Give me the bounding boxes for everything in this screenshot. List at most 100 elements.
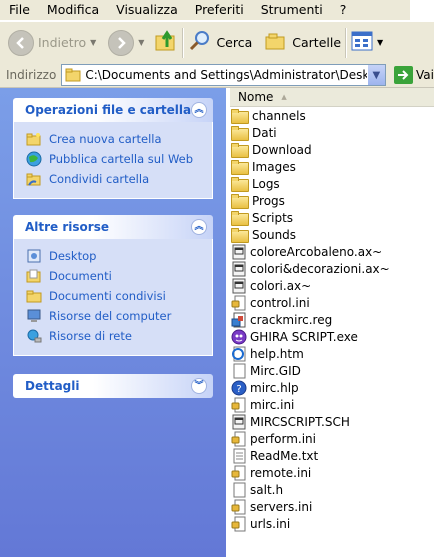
file-row[interactable]: ReadMe.txt — [230, 447, 434, 464]
file-row[interactable]: ? mirc.hlp — [230, 379, 434, 396]
desktop-icon — [26, 248, 42, 264]
system-file-icon — [231, 244, 250, 260]
task-share-folder[interactable]: Condividi cartella — [14, 169, 212, 189]
task-pane: Operazioni file e cartella ︽ Crea nuova … — [0, 88, 226, 557]
file-folder-tasks-body: Crea nuova cartella Pubblica cartella su… — [13, 122, 213, 199]
file-row[interactable]: control.ini — [230, 294, 434, 311]
menu-help[interactable]: ? — [330, 0, 354, 20]
globe-icon — [26, 151, 42, 167]
up-folder-button[interactable] — [154, 26, 178, 60]
file-name: mirc.ini — [250, 397, 295, 412]
menu-visualizza[interactable]: Visualizza — [106, 0, 185, 20]
windows-logo-area — [410, 0, 434, 20]
toolbar: Indietro ▼ ▼ Cerca Cartelle ▼ — [0, 21, 434, 64]
file-name: GHIRA SCRIPT.exe — [250, 329, 358, 344]
views-button[interactable]: ▼ — [351, 26, 383, 60]
file-list-pane: Nome ▲ channels Dati Download Images Logs Pro… — [226, 88, 434, 557]
folder-icon — [231, 125, 252, 141]
back-dropdown-icon[interactable]: ▼ — [90, 38, 96, 47]
place-shared-documents[interactable]: Documenti condivisi — [14, 286, 212, 306]
file-row[interactable]: MIRCSCRIPT.SCH — [230, 413, 434, 430]
file-row[interactable]: colori.ax~ — [230, 277, 434, 294]
address-bar: Indirizzo C:\Documents and Settings\Admi… — [0, 63, 434, 88]
file-row[interactable]: remote.ini — [230, 464, 434, 481]
toolbar-separator — [345, 27, 348, 58]
file-row[interactable]: Sounds — [230, 226, 434, 243]
file-name: Mirc.GID — [250, 363, 301, 378]
place-network[interactable]: Risorse di rete — [14, 326, 212, 346]
other-places-header[interactable]: Altre risorse ︽ — [13, 215, 213, 239]
folder-icon — [231, 176, 252, 192]
expand-chevron-icon[interactable]: ︾ — [191, 378, 207, 394]
document-icon — [231, 363, 250, 379]
computer-icon — [26, 308, 42, 324]
file-row[interactable]: coloreArcobaleno.ax~ — [230, 243, 434, 260]
go-button[interactable] — [393, 66, 414, 84]
file-row[interactable]: Logs — [230, 175, 434, 192]
file-row[interactable]: Mirc.GID — [230, 362, 434, 379]
file-name: colori&decorazioni.ax~ — [250, 261, 390, 276]
forward-button[interactable]: ▼ — [108, 26, 144, 60]
task-new-folder[interactable]: Crea nuova cartella — [14, 129, 212, 149]
file-row[interactable]: Progs — [230, 192, 434, 209]
address-input[interactable]: C:\Documents and Settings\Administrator\… — [85, 68, 377, 82]
menu-strumenti[interactable]: Strumenti — [251, 0, 330, 20]
forward-dropdown-icon[interactable]: ▼ — [138, 38, 144, 47]
document-icon — [231, 482, 250, 498]
address-label: Indirizzo — [6, 68, 57, 82]
views-dropdown-icon[interactable]: ▼ — [377, 38, 383, 47]
file-name: Images — [252, 159, 296, 174]
file-row[interactable]: crackmirc.reg — [230, 311, 434, 328]
views-icon — [351, 30, 373, 55]
forward-arrow-icon — [108, 29, 135, 56]
address-field[interactable]: C:\Documents and Settings\Administrator\… — [61, 64, 386, 86]
other-places-body: Desktop Documenti Documenti condivisi Ri… — [13, 239, 213, 356]
place-documents[interactable]: Documenti — [14, 266, 212, 286]
back-button[interactable]: Indietro ▼ — [8, 26, 96, 60]
file-row[interactable]: help.htm — [230, 345, 434, 362]
folders-icon — [264, 29, 288, 56]
search-button[interactable]: Cerca — [188, 26, 252, 60]
place-network-label: Risorse di rete — [49, 329, 132, 343]
folder-icon — [231, 193, 252, 209]
file-name: colori.ax~ — [250, 278, 312, 293]
place-desktop[interactable]: Desktop — [14, 246, 212, 266]
details-header[interactable]: Dettagli ︾ — [13, 374, 213, 398]
address-dropdown-icon[interactable]: ▼ — [366, 65, 385, 85]
file-row[interactable]: GHIRA SCRIPT.exe — [230, 328, 434, 345]
help-file-icon: ? — [231, 380, 250, 396]
file-row[interactable]: urls.ini — [230, 515, 434, 532]
menu-modifica[interactable]: Modifica — [37, 0, 106, 20]
folders-button[interactable]: Cartelle — [264, 26, 341, 60]
folder-icon — [231, 142, 252, 158]
place-my-computer[interactable]: Risorse del computer — [14, 306, 212, 326]
menu-preferiti[interactable]: Preferiti — [185, 0, 251, 20]
search-label: Cerca — [216, 35, 253, 50]
file-row[interactable]: Images — [230, 158, 434, 175]
file-row[interactable]: perform.ini — [230, 430, 434, 447]
task-publish-web[interactable]: Pubblica cartella sul Web — [14, 149, 212, 169]
network-icon — [26, 328, 42, 344]
file-row[interactable]: Dati — [230, 124, 434, 141]
settings-file-icon — [231, 499, 250, 515]
file-name: remote.ini — [250, 465, 312, 480]
file-name: Dati — [252, 125, 277, 140]
file-row[interactable]: Scripts — [230, 209, 434, 226]
settings-file-icon — [231, 516, 250, 532]
file-name: servers.ini — [250, 499, 313, 514]
collapse-chevron-icon[interactable]: ︽ — [191, 219, 207, 235]
menu-file[interactable]: File — [0, 0, 37, 20]
file-row[interactable]: mirc.ini — [230, 396, 434, 413]
collapse-chevron-icon[interactable]: ︽ — [191, 102, 207, 118]
column-header-name[interactable]: Nome ▲ — [230, 88, 434, 107]
file-name: Download — [252, 142, 312, 157]
file-row[interactable]: Download — [230, 141, 434, 158]
go-label[interactable]: Vai — [416, 68, 434, 82]
file-row[interactable]: salt.h — [230, 481, 434, 498]
file-list: channels Dati Download Images Logs Progs Scrip… — [230, 107, 434, 532]
file-row[interactable]: channels — [230, 107, 434, 124]
place-desktop-label: Desktop — [49, 249, 97, 263]
file-row[interactable]: colori&decorazioni.ax~ — [230, 260, 434, 277]
file-folder-tasks-header[interactable]: Operazioni file e cartella ︽ — [13, 98, 213, 122]
file-row[interactable]: servers.ini — [230, 498, 434, 515]
